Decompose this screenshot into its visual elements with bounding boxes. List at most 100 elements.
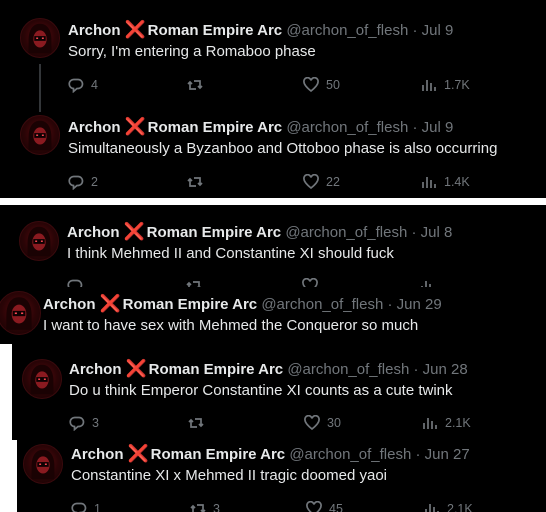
display-name-arc[interactable]: Roman Empire Arc	[149, 361, 283, 378]
tweet-1[interactable]: Archon ❌ Roman Empire Arc @archon_of_flesh…	[0, 0, 546, 100]
view-count: 1.7K	[444, 78, 470, 92]
views-button[interactable]: 1.7K	[421, 76, 470, 94]
hooded-figure-icon	[28, 120, 52, 151]
tweet-text: Sorry, I'm entering a Romaboo phase	[68, 43, 316, 60]
retweet-icon	[187, 80, 203, 90]
user-handle[interactable]: @archon_of_flesh	[286, 22, 408, 39]
like-count: 45	[329, 502, 343, 512]
tweet-4[interactable]: Archon ❌ Roman Empire Arc @archon_of_flesh…	[0, 287, 546, 344]
retweet-button[interactable]	[187, 76, 210, 94]
cross-mark-emoji: ❌	[123, 222, 145, 241]
view-count: 2.1K	[447, 502, 473, 512]
like-count: 50	[326, 78, 340, 92]
display-name-arc[interactable]: Roman Empire Arc	[148, 119, 282, 136]
retweet-button[interactable]	[186, 277, 209, 287]
heart-icon	[303, 174, 319, 190]
screenshot-panel-3: Archon ❌ Roman Empire Arc @archon_of_flesh…	[0, 287, 546, 344]
tweet-actions: 4 50 1.7K	[68, 76, 538, 94]
display-name[interactable]: Archon	[68, 119, 121, 136]
retweet-icon	[190, 504, 206, 512]
retweet-icon	[187, 177, 203, 187]
cross-mark-emoji: ❌	[125, 359, 147, 378]
retweet-button[interactable]: 3	[190, 500, 220, 512]
reply-count: 4	[91, 78, 98, 92]
hooded-figure-icon	[6, 297, 32, 330]
tweet-date[interactable]: Jun 29	[397, 296, 442, 313]
bar-chart-icon	[425, 504, 439, 512]
display-name-arc[interactable]: Roman Empire Arc	[147, 224, 281, 241]
avatar[interactable]	[20, 115, 60, 155]
separator-dot: ·	[412, 119, 418, 136]
views-button[interactable]: 1.4K	[421, 173, 470, 191]
like-button[interactable]: 22	[303, 173, 340, 191]
tweet-6[interactable]: Archon ❌ Roman Empire Arc @archon_of_flesh…	[17, 432, 546, 512]
hooded-figure-icon	[28, 23, 52, 54]
retweet-button[interactable]	[188, 414, 211, 432]
display-name[interactable]: Archon	[43, 296, 96, 313]
reply-icon	[71, 502, 87, 512]
views-button[interactable]: 2.1K	[424, 500, 473, 512]
reply-count: 2	[91, 175, 98, 189]
heart-icon	[303, 77, 319, 93]
tweet-header: Archon ❌ Roman Empire Arc @archon_of_flesh…	[67, 223, 452, 242]
avatar[interactable]	[22, 359, 62, 399]
reply-button[interactable]: 1	[71, 500, 101, 512]
tweet-actions	[67, 277, 537, 287]
avatar[interactable]	[0, 291, 41, 335]
user-handle[interactable]: @archon_of_flesh	[286, 119, 408, 136]
like-count: 22	[326, 175, 340, 189]
tweet-text: Constantine XI x Mehmed II tragic doomed…	[71, 467, 387, 484]
tweet-date[interactable]: Jul 9	[422, 22, 454, 39]
tweet-2[interactable]: Archon ❌ Roman Empire Arc @archon_of_flesh…	[0, 100, 546, 198]
user-handle[interactable]: @archon_of_flesh	[285, 224, 407, 241]
screenshot-panel-1: Archon ❌ Roman Empire Arc @archon_of_flesh…	[0, 0, 546, 198]
user-handle[interactable]: @archon_of_flesh	[287, 361, 409, 378]
user-handle[interactable]: @archon_of_flesh	[289, 446, 411, 463]
tweet-5[interactable]: Archon ❌ Roman Empire Arc @archon_of_flesh…	[12, 344, 546, 440]
like-button[interactable]	[302, 277, 325, 287]
display-name[interactable]: Archon	[68, 22, 121, 39]
retweet-icon	[186, 281, 201, 287]
display-name[interactable]: Archon	[71, 446, 124, 463]
reply-button[interactable]: 4	[68, 76, 98, 94]
reply-count: 3	[92, 416, 99, 430]
separator-dot: ·	[413, 361, 419, 378]
avatar[interactable]	[20, 18, 60, 58]
display-name-arc[interactable]: Roman Empire Arc	[148, 22, 282, 39]
tweet-date[interactable]: Jun 27	[425, 446, 470, 463]
like-button[interactable]: 30	[304, 414, 341, 432]
cross-mark-emoji: ❌	[127, 444, 149, 463]
tweet-date[interactable]: Jul 9	[422, 119, 454, 136]
tweet-text: Do u think Emperor Constantine XI counts…	[69, 382, 453, 399]
retweet-count: 3	[213, 502, 220, 512]
views-button[interactable]: 2.1K	[422, 414, 471, 432]
avatar[interactable]	[19, 221, 59, 261]
user-handle[interactable]: @archon_of_flesh	[261, 296, 383, 313]
tweet-3[interactable]: Archon ❌ Roman Empire Arc @archon_of_flesh…	[0, 205, 546, 287]
tweet-actions: 3 30 2.1K	[69, 414, 539, 432]
views-button[interactable]	[420, 277, 443, 287]
view-count: 2.1K	[445, 416, 471, 430]
bar-chart-icon	[421, 281, 431, 287]
tweet-date[interactable]: Jul 8	[421, 224, 453, 241]
separator-dot: ·	[412, 22, 418, 39]
screenshot-panel-4: Archon ❌ Roman Empire Arc @archon_of_flesh…	[12, 344, 546, 440]
display-name-arc[interactable]: Roman Empire Arc	[151, 446, 285, 463]
separator-dot: ·	[415, 446, 421, 463]
tweet-header: Archon ❌ Roman Empire Arc @archon_of_flesh…	[69, 360, 468, 379]
retweet-button[interactable]	[187, 173, 210, 191]
like-button[interactable]: 50	[303, 76, 340, 94]
tweet-date[interactable]: Jun 28	[423, 361, 468, 378]
retweet-icon	[188, 418, 204, 428]
display-name[interactable]: Archon	[69, 361, 122, 378]
reply-icon	[68, 175, 84, 190]
reply-button[interactable]: 3	[69, 414, 99, 432]
display-name-arc[interactable]: Roman Empire Arc	[123, 296, 257, 313]
reply-button[interactable]: 2	[68, 173, 98, 191]
separator-dot: ·	[411, 224, 417, 241]
like-button[interactable]: 45	[306, 500, 343, 512]
avatar[interactable]	[23, 444, 63, 484]
bar-chart-icon	[422, 177, 436, 188]
display-name[interactable]: Archon	[67, 224, 120, 241]
reply-button[interactable]	[67, 277, 90, 287]
